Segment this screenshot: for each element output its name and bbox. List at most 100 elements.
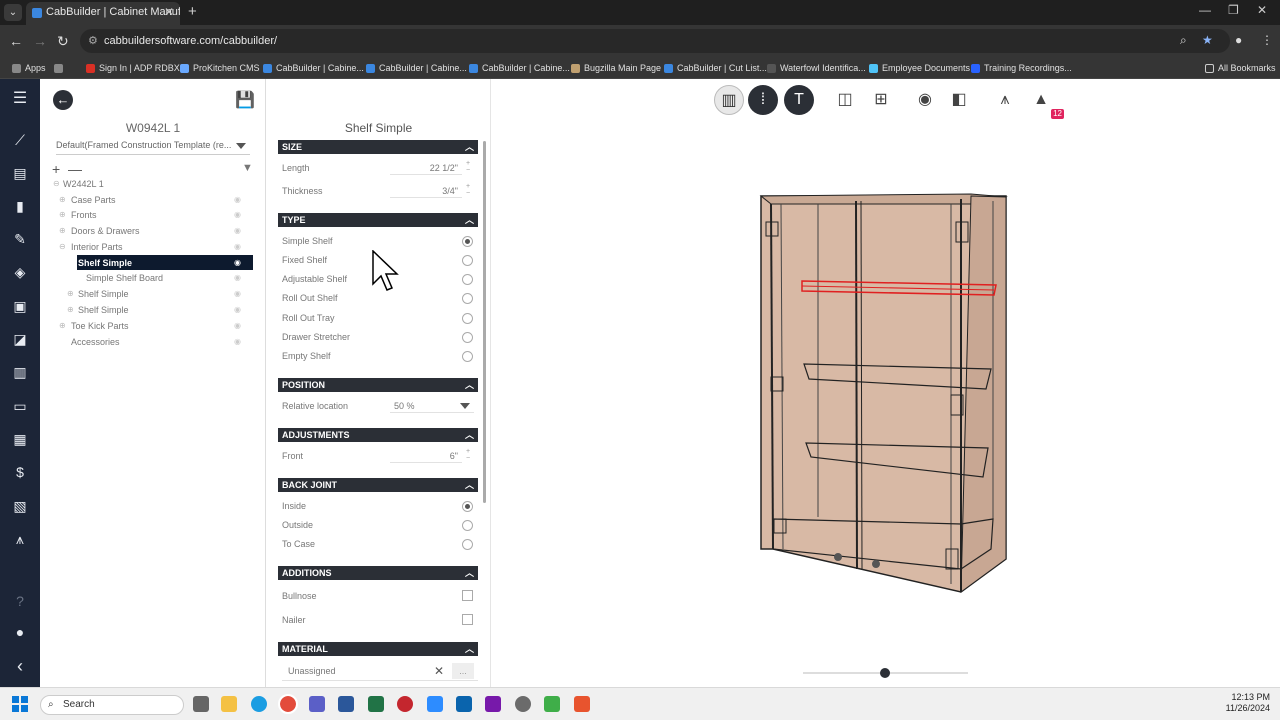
chevron-up-icon[interactable]: ︿	[465, 642, 474, 656]
tree-item[interactable]: ⊕ Toe Kick Parts ◉	[40, 318, 266, 334]
file-explorer-icon[interactable]	[221, 696, 237, 712]
chrome-icon[interactable]	[278, 694, 298, 714]
material-section-header[interactable]: MATERIAL ︿	[278, 642, 478, 656]
back-arrow-icon[interactable]: ←	[53, 90, 73, 110]
chevron-up-icon[interactable]: ︿	[465, 428, 474, 442]
chevron-up-icon[interactable]: ︿	[465, 378, 474, 392]
tree-item[interactable]: ⊕ Doors & Drawers ◉	[40, 223, 266, 239]
teams-icon[interactable]	[309, 696, 325, 712]
3d-viewer[interactable]: ▥ ⁞ T ◫ ⊞ ◉ ◧ ⩚ ▲ 12	[491, 79, 1280, 687]
visibility-eye-icon[interactable]: ◉	[234, 270, 241, 286]
template-select[interactable]: Default(Framed Construction Template (re…	[56, 138, 250, 155]
recorder-icon[interactable]	[574, 696, 590, 712]
compass-icon[interactable]: ⩚	[10, 529, 30, 549]
back-icon[interactable]: ←	[9, 33, 23, 49]
radio-button[interactable]	[462, 236, 473, 247]
radio-button[interactable]	[462, 313, 473, 324]
bookmark-apps[interactable]: Apps	[12, 60, 46, 76]
radio-button[interactable]	[462, 293, 473, 304]
visibility-eye-icon[interactable]: ◉	[234, 239, 241, 255]
bookmark-prokitchen[interactable]: ProKitchen CMS	[180, 60, 260, 76]
visibility-eye-icon[interactable]: ◉	[234, 286, 241, 302]
task-view-icon[interactable]	[193, 696, 209, 712]
radio-button[interactable]	[462, 501, 473, 512]
length-stepper-icon[interactable]: + −	[463, 160, 473, 175]
radio-button[interactable]	[462, 520, 473, 531]
bookmark-cutlist[interactable]: CabBuilder | Cut List...	[664, 60, 767, 76]
type-section-header[interactable]: TYPE ︿	[278, 213, 478, 227]
windows-start-icon[interactable]	[12, 696, 28, 712]
tree-item[interactable]: ⊕ Shelf Simple ◉	[40, 286, 266, 302]
back-joint-option-outside[interactable]: Outside	[282, 518, 477, 532]
additions-section-header[interactable]: ADDITIONS ︿	[278, 566, 478, 580]
back-joint-section-header[interactable]: BACK JOINT ︿	[278, 478, 478, 492]
addition-bullnose[interactable]: Bullnose	[282, 589, 477, 603]
save-icon[interactable]: 💾	[235, 90, 255, 110]
minimize-icon[interactable]: —	[1199, 3, 1211, 17]
reload-icon[interactable]: ↻	[57, 33, 69, 50]
new-tab-icon[interactable]: +	[188, 3, 197, 20]
properties-scrollbar[interactable]	[483, 141, 486, 503]
document-icon[interactable]: ▤	[10, 163, 30, 183]
box-icon[interactable]: ▣	[10, 296, 30, 316]
help-icon[interactable]: ?	[10, 591, 30, 611]
layers-icon[interactable]: ◈	[10, 262, 30, 282]
edge-icon[interactable]	[251, 696, 267, 712]
browser-menu-icon[interactable]: ⋮	[1261, 33, 1273, 47]
material-browse-button[interactable]: ...	[452, 663, 474, 679]
tag-icon[interactable]: ◪	[10, 329, 30, 349]
outlook-icon[interactable]	[456, 696, 472, 712]
type-option-empty-shelf[interactable]: Empty Shelf	[282, 349, 477, 363]
profile-icon[interactable]: ●	[1235, 33, 1242, 47]
tab-search-icon[interactable]: ⌄	[4, 4, 22, 21]
tree-item-selected[interactable]: Shelf Simple ◉	[40, 255, 266, 271]
bookmark-bugzilla[interactable]: Bugzilla Main Page	[571, 60, 661, 76]
tree-item[interactable]: Simple Shelf Board ◉	[40, 270, 266, 286]
settings-icon[interactable]	[515, 696, 531, 712]
tree-item[interactable]: ⊖ Interior Parts ◉	[40, 239, 266, 255]
onenote-icon[interactable]	[485, 696, 501, 712]
addition-nailer[interactable]: Nailer	[282, 613, 477, 627]
visibility-eye-icon[interactable]: ◉	[234, 207, 241, 223]
zoom-icon[interactable]: ⌕	[1180, 33, 1187, 48]
view-slider[interactable]	[803, 668, 968, 678]
chevron-up-icon[interactable]: ︿	[465, 566, 474, 580]
type-option-roll-out-shelf[interactable]: Roll Out Shelf	[282, 291, 477, 305]
visibility-eye-icon[interactable]: ◉	[234, 318, 241, 334]
zoom-app-icon[interactable]	[427, 696, 443, 712]
excel-icon[interactable]	[368, 696, 384, 712]
radio-button[interactable]	[462, 255, 473, 266]
browser-tab[interactable]: CabBuilder | Cabinet Manufactu ✕	[26, 2, 180, 25]
material-field[interactable]: Unassigned ✕ ...	[282, 663, 478, 681]
relative-location-select[interactable]: 50 %	[390, 399, 474, 413]
bookmark-waterfowl[interactable]: Waterfowl Identifica...	[767, 60, 866, 76]
length-input[interactable]: 22 1/2"	[390, 161, 462, 175]
adjustments-section-header[interactable]: ADJUSTMENTS ︿	[278, 428, 478, 442]
report-icon[interactable]: ▧	[10, 496, 30, 516]
bookmark-cabbuilder-1[interactable]: CabBuilder | Cabine...	[263, 60, 364, 76]
collapse-nav-icon[interactable]: ‹	[10, 656, 30, 676]
hamburger-menu-icon[interactable]: ☰	[10, 89, 30, 109]
slider-knob[interactable]	[880, 668, 890, 678]
tree-item[interactable]: ⊖ W2442L 1	[40, 176, 266, 192]
visibility-eye-icon[interactable]: ◉	[234, 334, 241, 350]
app-red-icon[interactable]	[397, 696, 413, 712]
tree-item[interactable]: Accessories ◉	[40, 334, 266, 350]
tools-icon[interactable]: ✎	[10, 229, 30, 249]
chevron-up-icon[interactable]: ︿	[465, 478, 474, 492]
close-tab-icon[interactable]: ✕	[164, 2, 174, 23]
type-option-simple-shelf[interactable]: Simple Shelf	[282, 234, 477, 248]
cabinet-3d-model[interactable]	[491, 79, 1280, 659]
thickness-stepper-icon[interactable]: + −	[463, 183, 473, 198]
window-close-icon[interactable]: ✕	[1257, 3, 1267, 17]
radio-button[interactable]	[462, 274, 473, 285]
bookmark-employee-docs[interactable]: Employee Documents	[869, 60, 970, 76]
back-joint-option-to-case[interactable]: To Case	[282, 537, 477, 551]
url-field[interactable]: ⚙ cabbuildersoftware.com/cabbuilder/	[80, 29, 1230, 53]
chevron-up-icon[interactable]: ︿	[465, 213, 474, 227]
visibility-eye-icon[interactable]: ◉	[234, 302, 241, 318]
word-icon[interactable]	[338, 696, 354, 712]
chart-icon[interactable]: ⟋	[10, 130, 30, 150]
front-input[interactable]: 6"	[390, 449, 462, 463]
panel-icon[interactable]: ▥	[10, 362, 30, 382]
